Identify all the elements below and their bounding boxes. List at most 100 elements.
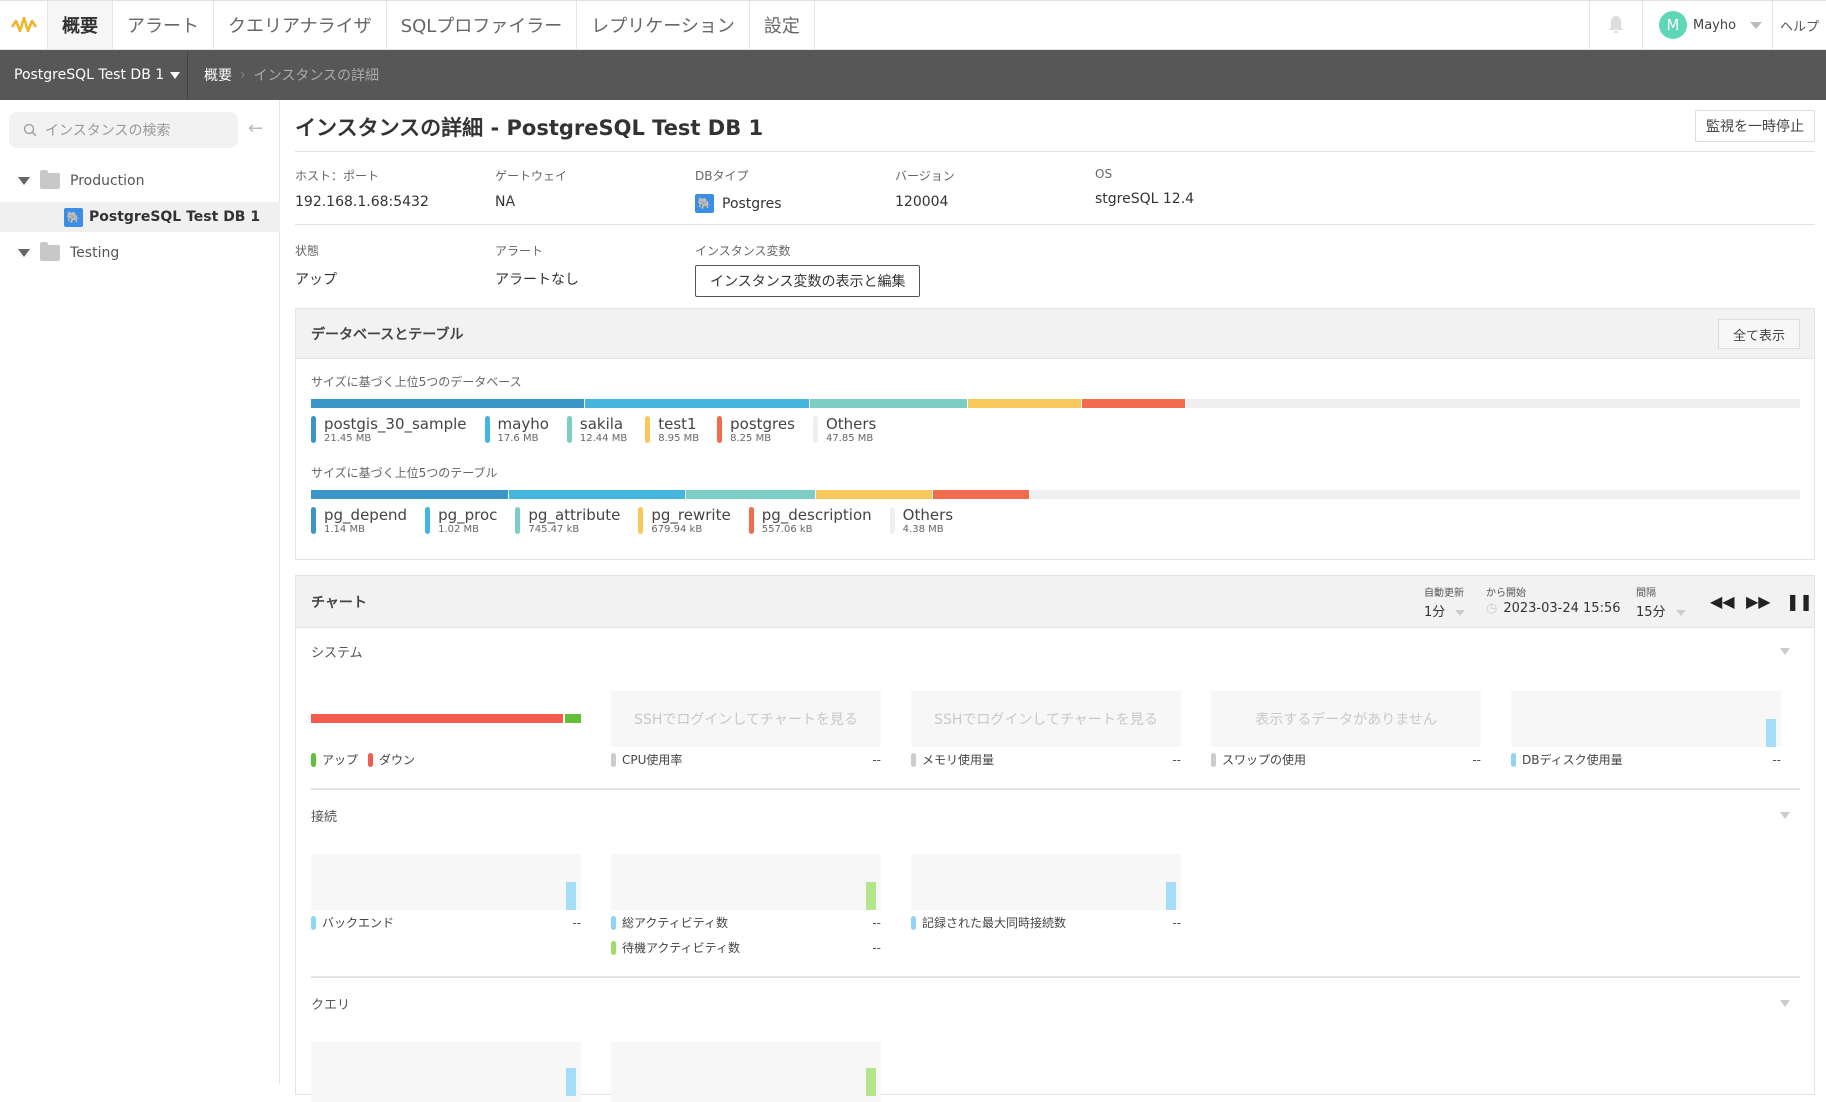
collapse-queries-icon[interactable] <box>1780 1000 1790 1007</box>
expand-triangle-icon <box>18 177 30 185</box>
up-segment <box>564 714 581 723</box>
expand-triangle-icon <box>18 249 30 257</box>
field-status: 状態 アップ <box>295 242 337 289</box>
legend-name: pg_proc <box>438 506 498 524</box>
down-segment <box>311 714 563 723</box>
top-tables-label: サイズに基づく上位5つのテーブル <box>311 466 498 480</box>
auto-refresh-select[interactable]: 自動更新 1分 <box>1424 584 1466 620</box>
cpu-legend: CPU使用率 -- <box>611 751 881 768</box>
backend-chart <box>311 854 581 910</box>
tab-sql-profiler[interactable]: SQLプロファイラー <box>387 1 578 49</box>
legend-name: pg_depend <box>324 506 408 524</box>
cpu-chart: SSHでログインしてチャートを見る <box>611 691 881 747</box>
legend-value: -- <box>1172 915 1181 930</box>
swap-legend: スワップの使用 -- <box>1211 751 1481 768</box>
legend-item: test1 8.95 MB <box>645 416 699 444</box>
legend-name: Others <box>902 506 954 524</box>
fast-forward-icon[interactable]: ▶▶ <box>1746 592 1771 611</box>
section-divider <box>311 976 1800 978</box>
notifications-button[interactable] <box>1589 1 1642 49</box>
user-menu[interactable]: M Mayho <box>1642 1 1772 49</box>
rewind-icon[interactable]: ◀◀ <box>1710 592 1735 611</box>
chart-spike <box>866 882 876 910</box>
legend-name: postgres <box>730 415 795 433</box>
search-icon <box>23 123 37 137</box>
show-all-button[interactable]: 全て表示 <box>1717 319 1800 349</box>
tree-group-production[interactable]: Production <box>0 166 280 196</box>
legend-swatch <box>311 507 316 534</box>
search-placeholder: インスタンスの検索 <box>45 123 171 139</box>
folder-icon <box>40 242 60 261</box>
bar-segment-postgres <box>1082 399 1187 408</box>
group-label: Production <box>70 173 145 189</box>
interval-select[interactable]: 間隔 15分 <box>1636 584 1686 620</box>
queries-chart-2 <box>611 1042 881 1102</box>
pause-monitoring-button[interactable]: 監視を一時停止 <box>1695 110 1815 142</box>
tab-alerts[interactable]: アラート <box>113 1 214 49</box>
start-time-picker[interactable]: から開始 ◷ 2023-03-24 15:56 <box>1486 584 1621 616</box>
field-value: 120004 <box>895 194 949 210</box>
legend-value: -- <box>1772 752 1781 767</box>
start-label: から開始 <box>1486 588 1526 599</box>
start-value: 2023-03-24 15:56 <box>1503 601 1621 616</box>
auto-refresh-label: 自動更新 <box>1424 588 1464 599</box>
tables-legend: pg_depend 1.14 MB pg_proc 1.02 MB pg_attribu… <box>311 507 953 535</box>
total-activity-legend: 総アクティビティ数 -- <box>611 914 881 931</box>
legend-size: 21.45 MB <box>324 433 372 444</box>
tree-instance-postgresql-test-db-1[interactable]: 🐘 PostgreSQL Test DB 1 <box>0 202 280 232</box>
avatar: M <box>1659 11 1687 39</box>
auto-refresh-value: 1分 <box>1424 605 1446 620</box>
legend-swatch <box>611 915 616 930</box>
field-alerts: アラート アラートなし <box>495 242 579 289</box>
db-disk-legend: DBディスク使用量 -- <box>1511 751 1781 768</box>
breadcrumb-overview[interactable]: 概要 <box>204 65 232 85</box>
legend-name: pg_attribute <box>528 506 621 524</box>
field-host-port: ホスト：ポート 192.168.1.68:5432 <box>295 167 429 210</box>
field-version: バージョン 120004 <box>895 167 955 210</box>
legend-label: バックエンド <box>322 916 395 930</box>
breadcrumb-separator-icon: › <box>240 67 246 83</box>
view-edit-instance-variables-button[interactable]: インスタンス変数の表示と編集 <box>695 265 921 297</box>
instance-search-input[interactable]: インスタンスの検索 <box>9 112 238 148</box>
field-value: 192.168.1.68:5432 <box>295 194 429 210</box>
tab-replication[interactable]: レプリケーション <box>577 1 750 49</box>
tree-group-testing[interactable]: Testing <box>0 238 280 268</box>
instance-selector[interactable]: PostgreSQL Test DB 1 <box>0 50 188 100</box>
legend-swatch <box>515 507 521 534</box>
legend-swatch <box>425 507 431 534</box>
sidebar: インスタンスの検索 ← Production 🐘 PostgreSQL Test… <box>0 100 280 1084</box>
legend-label: スワップの使用 <box>1222 753 1307 767</box>
tab-settings[interactable]: 設定 <box>750 1 815 49</box>
pause-icon[interactable]: ❚❚ <box>1786 592 1813 611</box>
legend-label: CPU使用率 <box>622 753 683 767</box>
collapse-system-icon[interactable] <box>1780 648 1790 655</box>
breadcrumb-bar: PostgreSQL Test DB 1 概要 › インスタンスの詳細 <box>0 50 1826 100</box>
max-connections-chart <box>911 854 1181 910</box>
legend-swatch <box>889 507 895 534</box>
up-swatch <box>311 752 316 767</box>
waiting-activity-legend: 待機アクティビティ数 -- <box>611 939 881 956</box>
help-link[interactable]: ヘルプ <box>1772 1 1826 49</box>
top-navbar: 概要 アラート クエリアナライザ SQLプロファイラー レプリケーション 設定 … <box>0 0 1826 50</box>
legend-value: -- <box>872 752 881 767</box>
field-gateway: ゲートウェイ NA <box>495 167 567 210</box>
divider <box>295 224 1815 225</box>
legend-swatch <box>911 915 916 930</box>
tab-overview[interactable]: 概要 <box>48 1 113 49</box>
legend-swatch <box>748 507 754 534</box>
legend-label: DBディスク使用量 <box>1522 753 1623 767</box>
collapse-connections-icon[interactable] <box>1780 812 1790 819</box>
legend-swatch <box>611 940 616 955</box>
app-logo[interactable] <box>0 1 48 49</box>
chart-message: SSHでログインしてチャートを見る <box>934 712 1158 728</box>
tables-size-bar <box>311 490 1800 499</box>
field-value: Postgres <box>722 195 782 212</box>
field-label: ホスト：ポート <box>295 169 380 183</box>
collapse-sidebar-arrow-icon[interactable]: ← <box>248 118 263 139</box>
legend-value: -- <box>872 915 881 930</box>
legend-item: Others 47.85 MB <box>812 416 876 444</box>
legend-swatch <box>611 752 616 767</box>
field-label: バージョン <box>895 169 955 183</box>
bar-segment-pg-proc <box>509 490 687 499</box>
tab-query-analyzer[interactable]: クエリアナライザ <box>214 1 387 49</box>
